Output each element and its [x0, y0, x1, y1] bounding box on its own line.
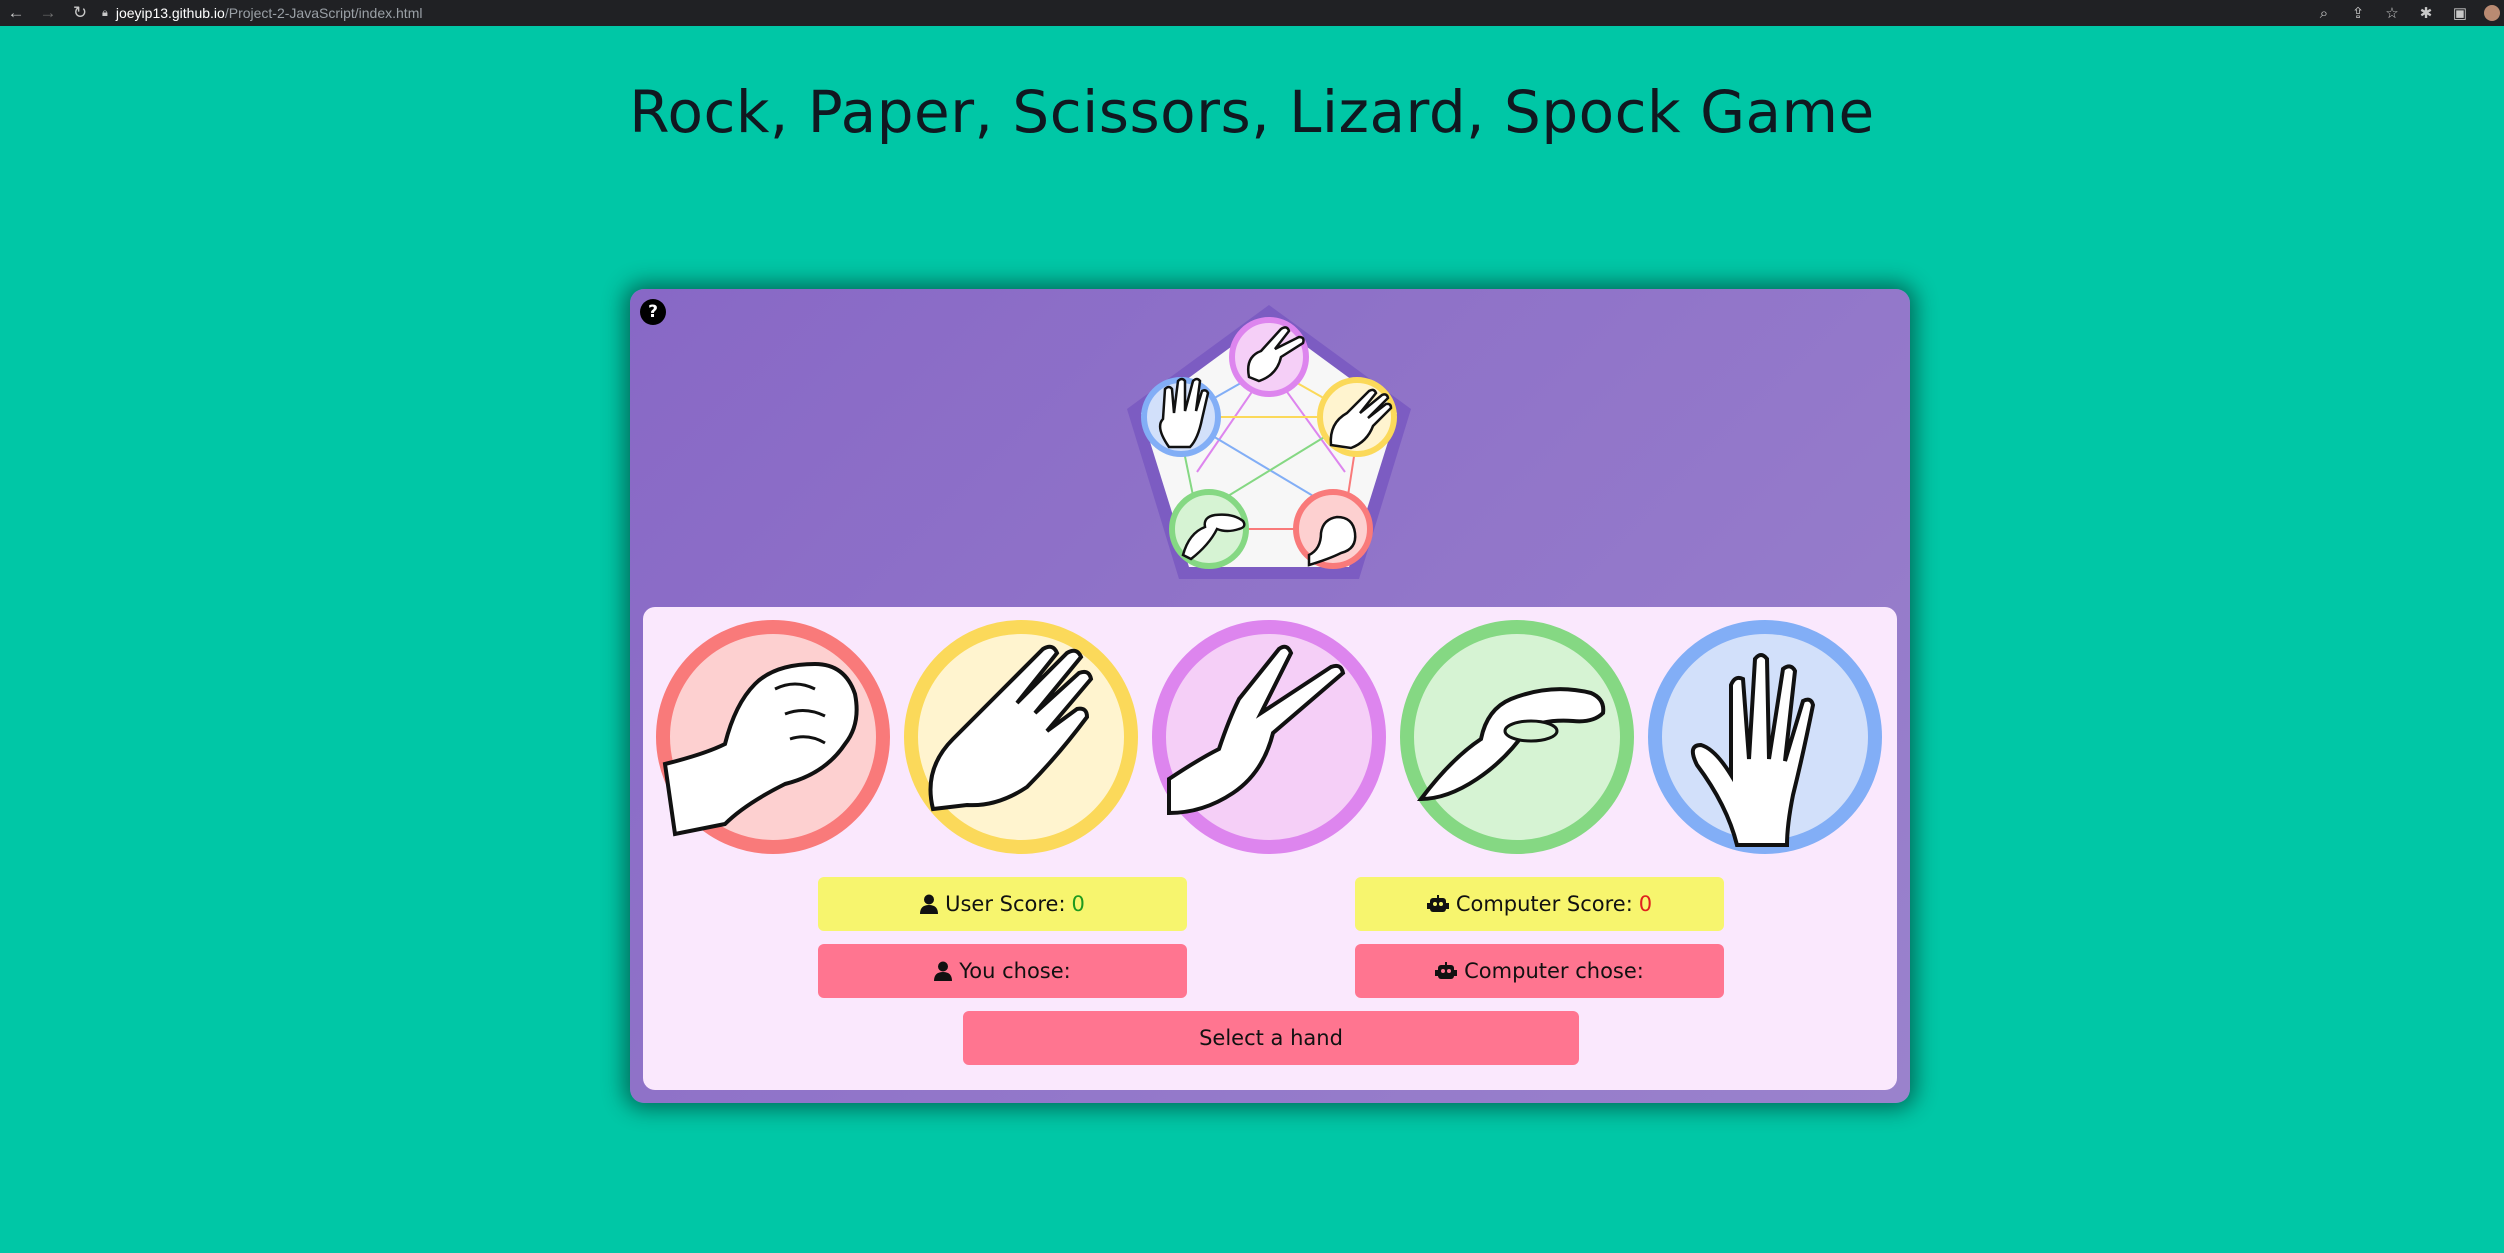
user-score-value: 0 — [1071, 892, 1085, 916]
play-panel: User Score: 0 Computer Score: 0 You chos… — [643, 607, 1897, 1090]
computer-choice-label: Computer chose: — [1464, 959, 1644, 983]
paper-button[interactable] — [903, 619, 1139, 855]
help-button[interactable]: ? — [640, 299, 666, 325]
rules-diagram — [1127, 305, 1411, 579]
reload-icon[interactable]: ↻ — [64, 3, 96, 23]
spock-button[interactable] — [1647, 619, 1883, 855]
browser-toolbar: ← → ↻ 🔒︎ joeyip13.github.io/Project-2-Ja… — [0, 0, 2504, 26]
scissors-button[interactable] — [1151, 619, 1387, 855]
paper-hand-icon — [904, 620, 1138, 854]
user-icon — [934, 961, 953, 981]
status-message: Select a hand — [963, 1011, 1579, 1065]
computer-score-label: Computer Score: — [1455, 892, 1633, 916]
diagram-lizard-icon — [1169, 489, 1249, 569]
robot-icon — [1426, 895, 1449, 913]
user-score-label: User Score: — [945, 892, 1066, 916]
profile-avatar[interactable] — [2484, 5, 2500, 21]
user-choice-box: You chose: — [818, 944, 1187, 998]
url-path: /Project-2-JavaScript/index.html — [224, 5, 423, 21]
spock-hand-icon — [1648, 620, 1882, 854]
user-choice-label: You chose: — [959, 959, 1071, 983]
forward-arrow-icon[interactable]: → — [32, 3, 64, 23]
computer-score-box: Computer Score: 0 — [1355, 877, 1724, 931]
lizard-hand-icon — [1400, 620, 1634, 854]
lock-icon: 🔒︎ — [102, 6, 108, 19]
robot-icon — [1435, 962, 1458, 980]
diagram-paper-icon — [1317, 377, 1397, 457]
scissors-hand-icon — [1152, 620, 1386, 854]
address-bar[interactable]: 🔒︎ joeyip13.github.io/Project-2-JavaScri… — [102, 5, 422, 21]
rock-button[interactable] — [655, 619, 891, 855]
back-arrow-icon[interactable]: ← — [0, 3, 32, 23]
extensions-icon[interactable]: ✱ — [2416, 4, 2436, 22]
user-score-box: User Score: 0 — [818, 877, 1187, 931]
game-card: ? User Score: 0 Computer Score: 0 You ch… — [630, 289, 1910, 1103]
rock-hand-icon — [656, 620, 890, 854]
page-title: Rock, Paper, Scissors, Lizard, Spock Gam… — [629, 78, 1875, 146]
computer-choice-box: Computer chose: — [1355, 944, 1724, 998]
computer-score-value: 0 — [1638, 892, 1653, 916]
diagram-rock-icon — [1293, 489, 1373, 569]
lizard-button[interactable] — [1399, 619, 1635, 855]
diagram-scissors-icon — [1229, 317, 1309, 397]
side-panel-icon[interactable]: ▣ — [2450, 4, 2470, 22]
share-icon[interactable]: ⇪ — [2348, 4, 2368, 22]
url-host: joeyip13.github.io — [115, 5, 225, 21]
zoom-icon[interactable]: ⌕ — [2314, 5, 2334, 22]
diagram-spock-icon — [1141, 377, 1221, 457]
bookmark-star-icon[interactable]: ☆ — [2382, 4, 2402, 22]
user-icon — [920, 894, 939, 914]
